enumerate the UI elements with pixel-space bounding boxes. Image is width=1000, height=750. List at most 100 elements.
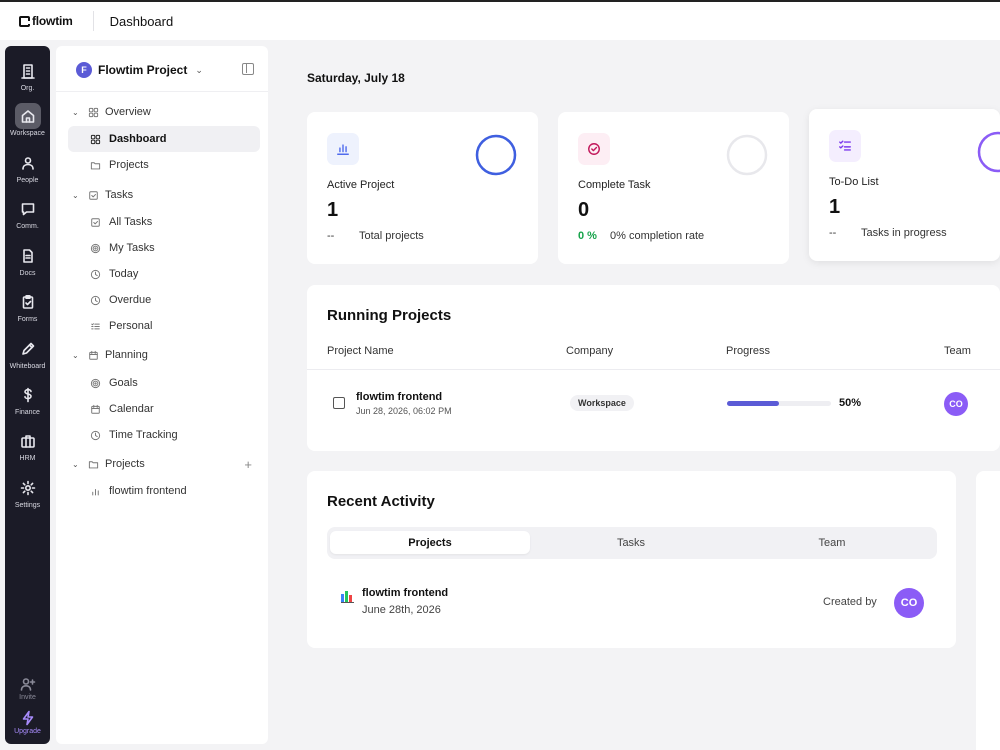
lightning-icon: [22, 710, 33, 726]
column-header-company: Company: [566, 345, 614, 357]
activity-item-name[interactable]: flowtim frontend: [362, 587, 448, 599]
sidebar-item-my-tasks[interactable]: My Tasks: [68, 235, 260, 261]
rail-item-settings[interactable]: Settings: [5, 475, 50, 509]
rail-item-upgrade[interactable]: Upgrade: [5, 709, 50, 735]
chevron-down-icon: ⌄: [195, 64, 203, 75]
sidebar-item-dashboard[interactable]: Dashboard: [68, 126, 260, 152]
rail-icon-wrap: [15, 428, 41, 454]
recent-activity-title: Recent Activity: [327, 493, 435, 510]
stat-card-to-do-list[interactable]: To-Do List 1 -- Tasks in progress: [809, 109, 1000, 261]
sidebar-item-overdue[interactable]: Overdue: [68, 287, 260, 313]
project-row-name[interactable]: flowtim frontend: [356, 391, 442, 403]
sidebar-group-label: Tasks: [105, 189, 134, 201]
sidebar-item-goals[interactable]: Goals: [68, 370, 260, 396]
rail-item-comm[interactable]: Comm.: [5, 196, 50, 230]
project-switcher[interactable]: F Flowtim Project ⌄: [76, 62, 203, 78]
tab-tasks[interactable]: Tasks: [531, 531, 731, 554]
collapse-sidebar-icon[interactable]: [242, 63, 254, 75]
rail-item-whiteboard[interactable]: Whiteboard: [5, 336, 50, 370]
rail-item-invite[interactable]: Invite: [5, 675, 50, 701]
list-icon: [91, 322, 100, 329]
add-project-button[interactable]: +: [244, 457, 252, 472]
sidebar-item-personal[interactable]: Personal: [68, 313, 260, 339]
rail-item-hrm[interactable]: HRM: [5, 428, 50, 462]
stat-footer-prefix: --: [327, 230, 335, 242]
chevron-down-icon: ⌄: [72, 459, 79, 469]
icon-rail: Org. Workspace People Comm. Docs Forms Whitebo…: [5, 46, 50, 744]
sidebar-item-label: Personal: [109, 320, 153, 332]
stat-footer-text: Total projects: [359, 230, 424, 242]
rail-icon-wrap: [15, 382, 41, 408]
stat-label: Active Project: [327, 179, 395, 191]
stat-card-active-project[interactable]: Active Project 1 -- Total projects: [307, 112, 538, 264]
stat-value: 1: [829, 196, 841, 218]
bar-chart-icon: [337, 144, 349, 155]
sidebar-item-all-tasks[interactable]: All Tasks: [68, 209, 260, 235]
rail-icon-wrap: [15, 675, 41, 693]
sidebar-item-projects[interactable]: Projects: [68, 152, 260, 178]
item-icon-wrap: [90, 269, 101, 280]
rail-item-label: Workspace: [10, 130, 45, 137]
sidebar-group-tasks[interactable]: ⌄ Tasks: [68, 182, 260, 208]
activity-tabs: Projects Tasks Team: [327, 527, 937, 559]
sidebar-item-label: Today: [109, 268, 139, 280]
row-checkbox[interactable]: [333, 397, 345, 409]
rail-item-label: Upgrade: [14, 728, 41, 735]
sidebar-group-planning[interactable]: ⌄ Planning: [68, 342, 260, 368]
rail-item-label: Org.: [20, 85, 35, 92]
grid-icon: [90, 134, 101, 144]
sidebar-item-label: All Tasks: [109, 216, 153, 228]
group-icon-wrap: [88, 350, 99, 361]
rail-icon-wrap: [15, 336, 41, 362]
tab-team[interactable]: Team: [732, 531, 932, 554]
stat-footer: -- Total projects: [327, 230, 424, 242]
page-title: Dashboard: [109, 13, 174, 29]
rail-item-docs[interactable]: Docs: [5, 243, 50, 277]
target-icon: [90, 378, 101, 388]
checkbox-icon: [89, 190, 98, 200]
rail-item-finance[interactable]: Finance: [5, 382, 50, 416]
checklist-icon: [839, 140, 851, 151]
project-row-date: Jun 28, 2026, 06:02 PM: [356, 406, 452, 416]
rail-icon-wrap: [15, 58, 41, 84]
tab-projects[interactable]: Projects: [330, 531, 530, 554]
rail-icon-wrap: [15, 475, 41, 501]
rail-item-label: Invite: [19, 694, 36, 701]
stat-footer: 0 % 0% completion rate: [578, 230, 704, 242]
group-icon-wrap: [88, 107, 99, 118]
team-avatar[interactable]: CO: [944, 392, 968, 416]
chart-bars-icon: [92, 488, 99, 495]
stat-icon-wrap: [829, 130, 861, 162]
sidebar-item-calendar[interactable]: Calendar: [68, 396, 260, 422]
sidebar-item-flowtim-frontend[interactable]: flowtim frontend: [68, 478, 260, 504]
stat-label: To-Do List: [829, 176, 879, 188]
rail-item-label: Whiteboard: [9, 363, 46, 370]
sidebar-group-projects[interactable]: ⌄ Projects +: [68, 451, 260, 477]
clipboard-icon: [22, 294, 33, 309]
sidebar-group-label: Projects: [105, 458, 145, 470]
stat-icon-wrap: [578, 133, 610, 165]
table-header-divider: [307, 369, 1000, 370]
chat-icon: [21, 203, 34, 216]
building-icon: [20, 64, 35, 79]
rail-item-forms[interactable]: Forms: [5, 289, 50, 323]
rail-item-workspace[interactable]: Workspace: [5, 103, 50, 137]
app-logo[interactable]: flowtim: [19, 14, 73, 28]
clock-icon: [90, 269, 101, 279]
clock-icon: [90, 430, 101, 440]
creator-avatar[interactable]: CO: [894, 588, 924, 618]
rail-item-people[interactable]: People: [5, 150, 50, 184]
sidebar-item-today[interactable]: Today: [68, 261, 260, 287]
progress-bar-fill: [727, 401, 779, 406]
sidebar-item-label: Overdue: [109, 294, 152, 306]
stat-card-complete-task[interactable]: Complete Task 0 0 % 0% completion rate: [558, 112, 789, 264]
rail-icon-wrap: [15, 289, 41, 315]
item-icon-wrap: [90, 486, 101, 497]
sidebar-group-overview[interactable]: ⌄ Overview: [68, 99, 260, 125]
group-icon-wrap: [88, 459, 99, 470]
gear-icon: [20, 480, 35, 496]
sidebar-item-time-tracking[interactable]: Time Tracking: [68, 422, 260, 448]
rail-item-org[interactable]: Org.: [5, 58, 50, 92]
top-bar-divider: [92, 11, 94, 31]
sidebar-item-label: Goals: [109, 377, 138, 389]
